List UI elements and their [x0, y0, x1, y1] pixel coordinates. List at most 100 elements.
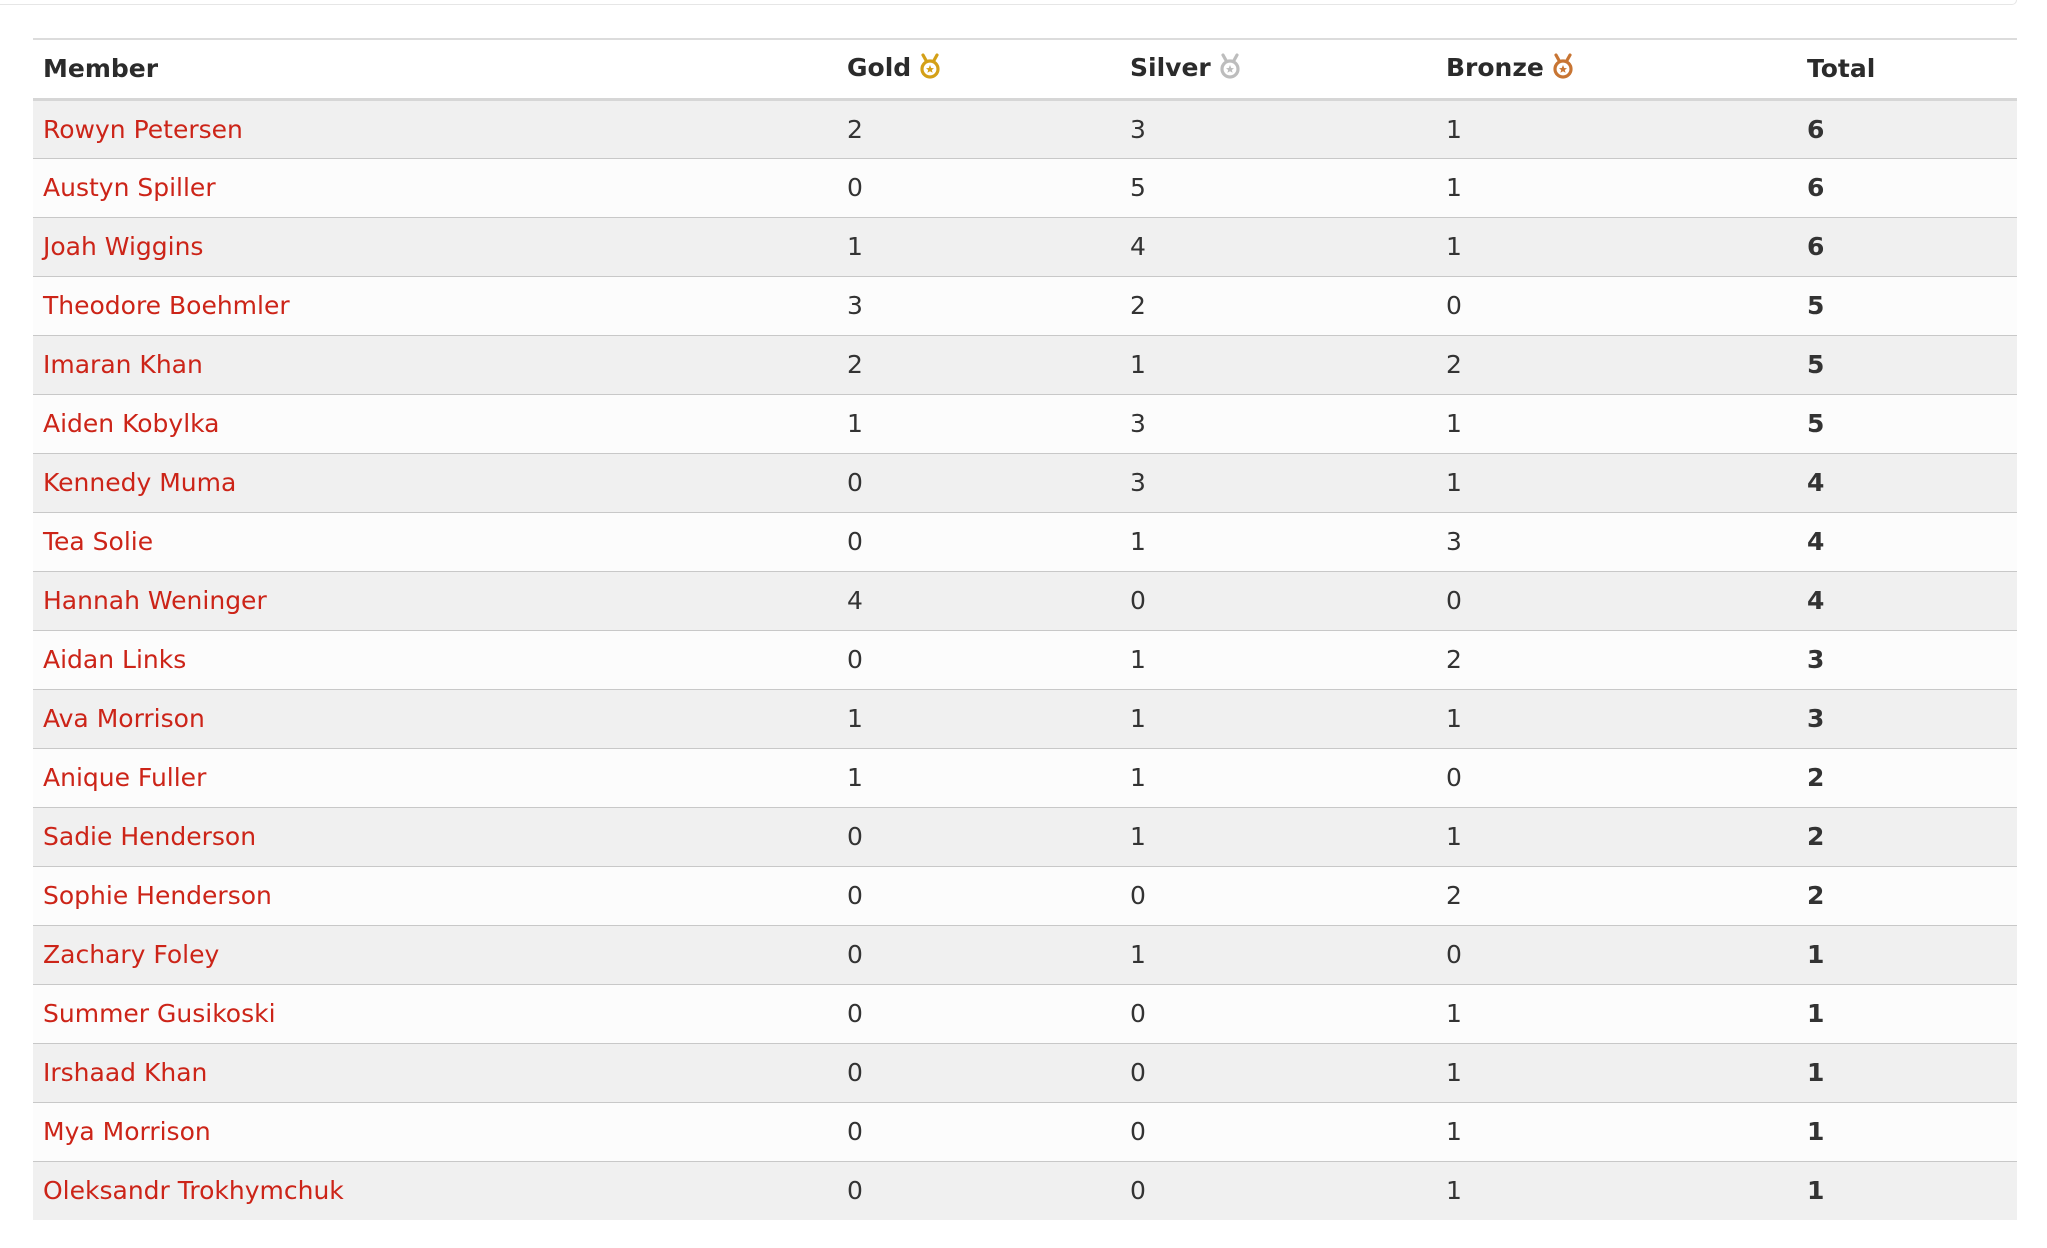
gold-count-cell: 2	[837, 334, 1120, 394]
silver-count-cell: 0	[1120, 570, 1436, 630]
table-row: Theodore Boehmler 3 2 0 5	[33, 275, 2017, 335]
member-link[interactable]: Joah Wiggins	[43, 232, 203, 261]
member-cell: Aidan Links	[33, 629, 837, 689]
member-link[interactable]: Austyn Spiller	[43, 173, 216, 202]
gold-medal-icon	[917, 53, 943, 85]
bronze-count-cell: 2	[1436, 334, 1797, 394]
gold-count-cell: 0	[837, 511, 1120, 571]
bronze-count-cell: 0	[1436, 924, 1797, 984]
silver-count-cell: 3	[1120, 452, 1436, 512]
total-count-cell: 2	[1797, 806, 2017, 866]
member-link[interactable]: Hannah Weninger	[43, 586, 267, 615]
member-link[interactable]: Theodore Boehmler	[43, 291, 290, 320]
bronze-count-cell: 1	[1436, 688, 1797, 748]
total-count-cell: 6	[1797, 157, 2017, 217]
bronze-count-cell: 0	[1436, 275, 1797, 335]
total-count-cell: 4	[1797, 452, 2017, 512]
gold-count-cell: 1	[837, 688, 1120, 748]
gold-count-cell: 1	[837, 393, 1120, 453]
silver-count-cell: 1	[1120, 688, 1436, 748]
bronze-count-cell: 3	[1436, 511, 1797, 571]
bronze-count-cell: 2	[1436, 865, 1797, 925]
silver-count-cell: 0	[1120, 1160, 1436, 1220]
table-row: Sophie Henderson 0 0 2 2	[33, 865, 2017, 925]
member-link[interactable]: Aidan Links	[43, 645, 186, 674]
previous-panel-edge	[0, 0, 2017, 5]
table-row: Aiden Kobylka 1 3 1 5	[33, 393, 2017, 453]
member-cell: Kennedy Muma	[33, 452, 837, 512]
gold-count-cell: 0	[837, 157, 1120, 217]
table-row: Hannah Weninger 4 0 0 4	[33, 570, 2017, 630]
silver-count-cell: 1	[1120, 511, 1436, 571]
member-link[interactable]: Anique Fuller	[43, 763, 206, 792]
total-count-cell: 2	[1797, 865, 2017, 925]
member-cell: Hannah Weninger	[33, 570, 837, 630]
gold-column-header[interactable]: Gold	[837, 39, 1120, 101]
silver-column-header[interactable]: Silver	[1120, 39, 1436, 101]
member-link[interactable]: Ava Morrison	[43, 704, 205, 733]
bronze-header-label: Bronze	[1446, 52, 1544, 82]
member-link[interactable]: Imaran Khan	[43, 350, 203, 379]
total-header-label: Total	[1807, 54, 1876, 84]
bronze-count-cell: 1	[1436, 1160, 1797, 1220]
member-link[interactable]: Irshaad Khan	[43, 1058, 207, 1087]
member-link[interactable]: Sophie Henderson	[43, 881, 272, 910]
bronze-count-cell: 2	[1436, 629, 1797, 689]
table-row: Rowyn Petersen 2 3 1 6	[33, 99, 2017, 158]
member-column-header[interactable]: Member	[33, 39, 837, 101]
bronze-medal-icon	[1550, 53, 1576, 85]
gold-count-cell: 0	[837, 452, 1120, 512]
member-link[interactable]: Sadie Henderson	[43, 822, 256, 851]
table-row: Austyn Spiller 0 5 1 6	[33, 157, 2017, 217]
bronze-count-cell: 0	[1436, 747, 1797, 807]
member-link[interactable]: Aiden Kobylka	[43, 409, 220, 438]
gold-count-cell: 0	[837, 865, 1120, 925]
bronze-count-cell: 1	[1436, 1101, 1797, 1161]
table-row: Mya Morrison 0 0 1 1	[33, 1101, 2017, 1161]
silver-count-cell: 2	[1120, 275, 1436, 335]
bronze-count-cell: 1	[1436, 1042, 1797, 1102]
silver-count-cell: 1	[1120, 334, 1436, 394]
member-link[interactable]: Tea Solie	[43, 527, 153, 556]
gold-count-cell: 3	[837, 275, 1120, 335]
member-cell: Anique Fuller	[33, 747, 837, 807]
member-link[interactable]: Mya Morrison	[43, 1117, 211, 1146]
member-cell: Irshaad Khan	[33, 1042, 837, 1102]
silver-count-cell: 5	[1120, 157, 1436, 217]
total-count-cell: 5	[1797, 393, 2017, 453]
silver-count-cell: 3	[1120, 393, 1436, 453]
member-link[interactable]: Summer Gusikoski	[43, 999, 276, 1028]
member-link[interactable]: Rowyn Petersen	[43, 115, 243, 144]
member-cell: Joah Wiggins	[33, 216, 837, 276]
member-cell: Zachary Foley	[33, 924, 837, 984]
bronze-count-cell: 1	[1436, 983, 1797, 1043]
bronze-count-cell: 1	[1446, 114, 1462, 144]
gold-count-cell: 0	[837, 806, 1120, 866]
member-link[interactable]: Zachary Foley	[43, 940, 219, 969]
member-cell: Theodore Boehmler	[33, 275, 837, 335]
member-cell: Imaran Khan	[33, 334, 837, 394]
bronze-column-header[interactable]: Bronze	[1436, 39, 1797, 101]
gold-count-cell: 0	[837, 924, 1120, 984]
member-link[interactable]: Kennedy Muma	[43, 468, 236, 497]
member-cell: Oleksandr Trokhymchuk	[33, 1160, 837, 1220]
bronze-count-cell: 1	[1436, 216, 1797, 276]
total-column-header[interactable]: Total	[1797, 39, 2017, 101]
silver-count-cell: 3	[1130, 114, 1146, 144]
silver-count-cell: 0	[1120, 1042, 1436, 1102]
total-count-cell: 5	[1797, 275, 2017, 335]
gold-count-cell: 0	[837, 629, 1120, 689]
total-count-cell: 4	[1797, 570, 2017, 630]
member-cell: Summer Gusikoski	[33, 983, 837, 1043]
member-link[interactable]: Oleksandr Trokhymchuk	[43, 1176, 344, 1205]
table-row: Anique Fuller 1 1 0 2	[33, 747, 2017, 807]
gold-count-cell: 1	[837, 747, 1120, 807]
table-row: Tea Solie 0 1 3 4	[33, 511, 2017, 571]
member-cell: Rowyn Petersen	[33, 99, 837, 158]
bronze-count-cell: 1	[1436, 452, 1797, 512]
bronze-count-cell: 1	[1436, 806, 1797, 866]
table-row: Aidan Links 0 1 2 3	[33, 629, 2017, 689]
member-cell: Ava Morrison	[33, 688, 837, 748]
gold-count-cell: 0	[837, 1101, 1120, 1161]
member-cell: Sadie Henderson	[33, 806, 837, 866]
